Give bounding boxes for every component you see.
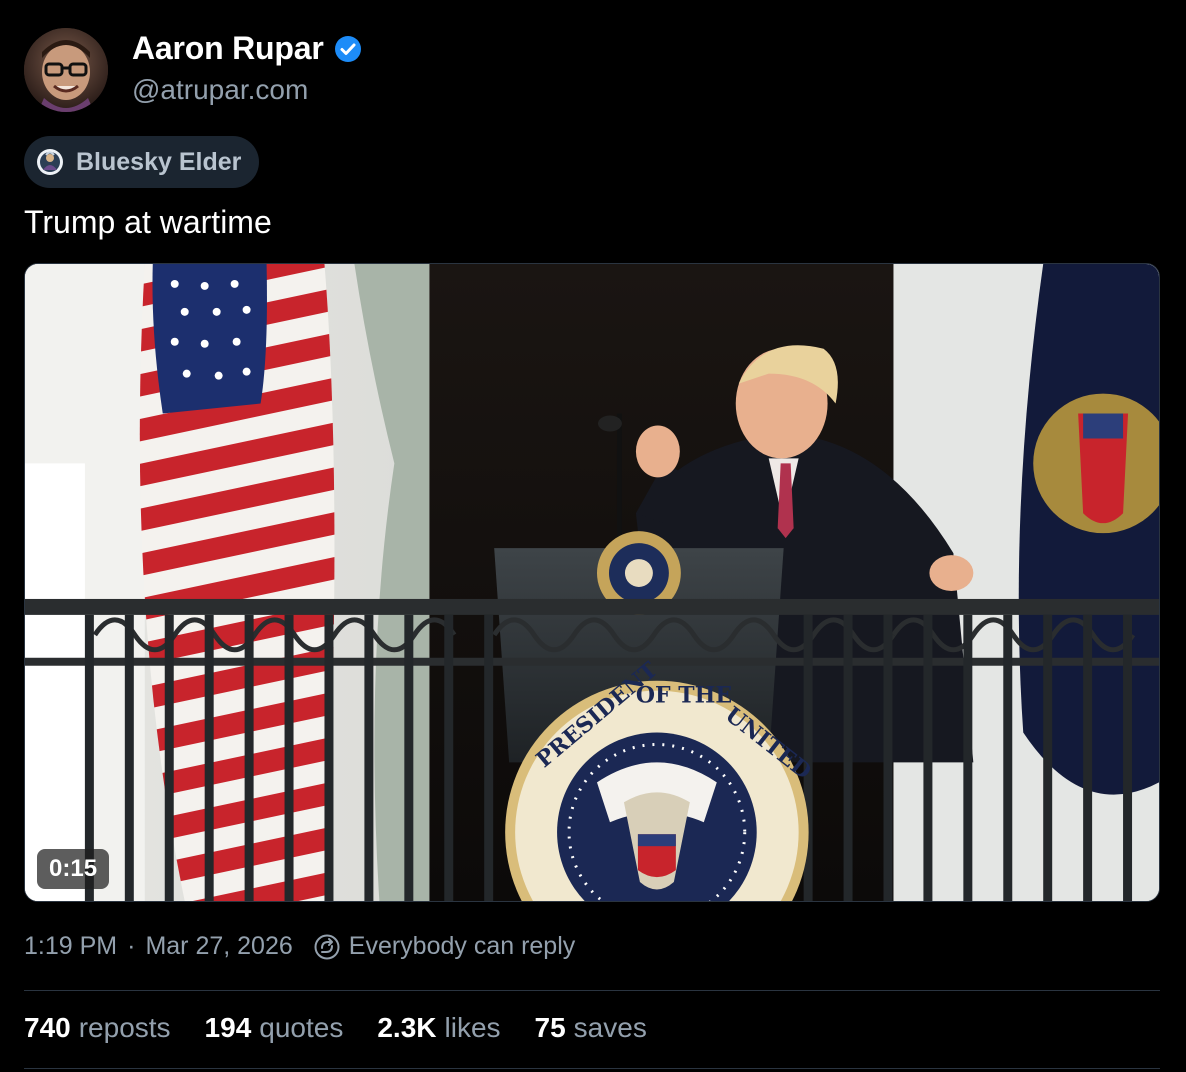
likes-stat[interactable]: 2.3K likes	[377, 1012, 500, 1044]
post-stats: 740 reposts 194 quotes 2.3K likes 75 saves	[24, 1012, 681, 1044]
post-thread-item: Aaron Rupar @atrupar.com Bluesky Elder T…	[0, 0, 1186, 1072]
reply-setting[interactable]: Everybody can reply	[313, 932, 576, 961]
quotes-stat[interactable]: 194 quotes	[205, 1012, 344, 1044]
reply-setting-label: Everybody can reply	[348, 932, 576, 960]
author-display-name[interactable]: Aaron Rupar	[132, 30, 324, 67]
post-meta: 1:19 PM · Mar 27, 2026 Everybody can rep…	[24, 932, 575, 961]
avatar[interactable]	[24, 28, 108, 112]
avatar-image	[24, 28, 108, 112]
post-date[interactable]: Mar 27, 2026	[145, 932, 292, 961]
post-text: Trump at wartime	[24, 204, 272, 240]
saves-stat[interactable]: 75 saves	[535, 1012, 647, 1044]
reposts-stat[interactable]: 740 reposts	[24, 1012, 171, 1044]
author-name-row: Aaron Rupar	[132, 30, 362, 67]
badge-label: Bluesky Elder	[76, 147, 242, 176]
author-handle[interactable]: @atrupar.com	[132, 74, 308, 106]
likes-count: 2.3K	[377, 1012, 437, 1043]
likes-label: likes	[444, 1012, 501, 1043]
divider	[24, 1068, 1160, 1069]
saves-count: 75	[534, 1012, 566, 1043]
reposts-count: 740	[24, 1012, 71, 1043]
video-player[interactable]: PRESIDENT OF THE UNITED 0:15	[24, 263, 1160, 902]
reply-restriction-icon	[314, 934, 340, 959]
meta-separator: ·	[127, 932, 136, 960]
profile-badge[interactable]: Bluesky Elder	[24, 136, 260, 188]
svg-text:OF THE: OF THE	[636, 683, 732, 709]
saves-label: saves	[573, 1012, 647, 1043]
reposts-label: reposts	[78, 1012, 171, 1043]
video-duration-badge: 0:15	[37, 849, 110, 889]
verified-check-icon[interactable]	[334, 35, 362, 63]
quotes-label: quotes	[259, 1012, 344, 1043]
quotes-count: 194	[204, 1012, 252, 1043]
bluesky-elder-icon	[37, 149, 63, 175]
divider	[24, 990, 1160, 991]
video-thumbnail: PRESIDENT OF THE UNITED	[25, 264, 1159, 901]
post-time[interactable]: 1:19 PM	[24, 932, 117, 961]
